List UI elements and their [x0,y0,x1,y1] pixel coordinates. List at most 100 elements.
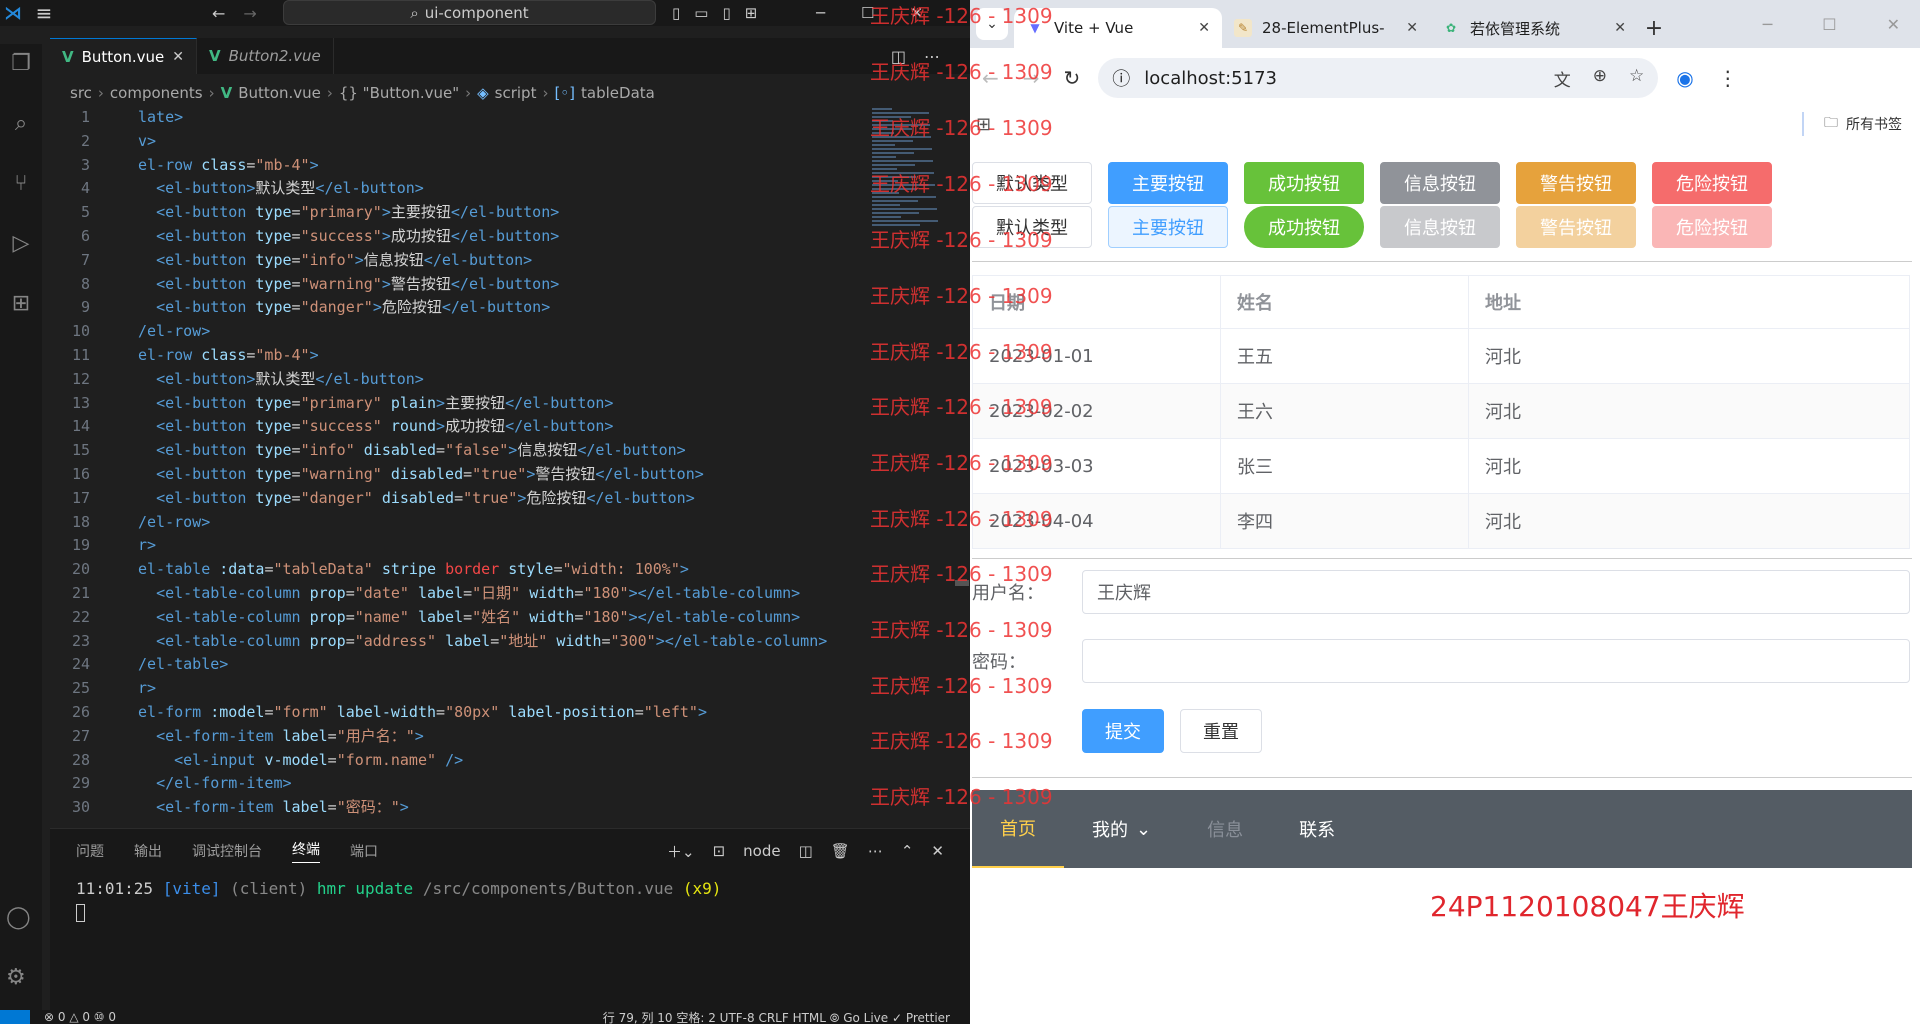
code-line[interactable]: 23 <el-table-column prop="address" label… [50,630,870,654]
zoom-icon[interactable]: ⊕ [1593,66,1607,91]
code-line[interactable]: 12 <el-button>默认类型</el-button> [50,368,870,392]
code-line[interactable]: 1 late> [50,106,870,130]
tab-output[interactable]: 输出 [134,841,162,861]
close-window-icon[interactable]: ✕ [910,4,923,22]
maximize-icon[interactable]: ☐ [1822,15,1836,34]
terminal-shell-label[interactable]: node [743,842,780,860]
close-panel-icon[interactable]: ✕ [931,842,944,860]
reset-button[interactable]: 重置 [1180,709,1262,753]
remote-indicator[interactable] [0,1010,30,1024]
minimize-icon[interactable]: ─ [816,4,825,22]
close-tab-icon[interactable]: ✕ [172,49,184,65]
split-editor-icon[interactable]: ◫ [891,47,906,66]
address-bar[interactable]: ⓘ localhost:5173 文 ⊕ ☆ [1098,58,1659,98]
code-line[interactable]: 30 <el-form-item label="密码："> [50,796,870,820]
forward-arrow-icon[interactable]: → [1023,66,1040,90]
code-line[interactable]: 7 <el-button type="info">信息按钮</el-button… [50,249,870,273]
toggle-secondary-sidebar-icon[interactable]: ▯ [722,4,730,22]
el-button[interactable]: 成功按钮 [1244,162,1364,204]
more-actions-icon[interactable]: ⋯ [924,47,940,66]
code-line[interactable]: 10/el-row> [50,320,870,344]
code-editor[interactable]: 1 late> 2 v> 3 el-row class="mb-4"> 4 <el-butt… [50,106,870,822]
kill-terminal-trash-icon[interactable]: 🗑 [831,842,850,860]
el-button[interactable]: 主要按钮 [1108,162,1228,204]
username-input[interactable]: 王庆辉 [1082,570,1910,614]
more-icon[interactable]: ⋯ [868,842,883,860]
code-line[interactable]: 5 <el-button type="primary">主要按钮</el-but… [50,201,870,225]
status-problems[interactable]: ⊗ 0 △ 0 ⑩ 0 [44,1010,116,1024]
el-button[interactable]: 默认类型 [972,162,1092,204]
terminal-cursor[interactable] [76,904,85,922]
el-button[interactable]: 默认类型 [972,206,1092,248]
code-line[interactable]: 26 el-form :model="form" label-width="80p… [50,701,870,725]
code-line[interactable]: 9 <el-button type="danger">危险按钮</el-butt… [50,296,870,320]
code-line[interactable]: 28 <el-input v-model="form.name" /> [50,749,870,773]
menu-item-mine[interactable]: 我的 ⌄ [1064,790,1179,868]
maximize-panel-chevron-icon[interactable]: ⌃ [901,842,914,860]
apps-grid-icon[interactable]: ⊞ [976,114,991,135]
manage-gear-icon[interactable]: ⚙ [6,965,26,990]
search-view-icon[interactable]: ⌕ [6,108,36,138]
new-terminal-icon[interactable]: ＋⌄ [667,841,695,862]
close-tab-icon[interactable]: ✕ [1406,20,1418,36]
code-line[interactable]: 8 <el-button type="warning">警告按钮</el-but… [50,273,870,297]
breadcrumb-item[interactable]: {} "Button.vue" [339,84,459,102]
breadcrumb-item[interactable]: Button.vue [238,84,321,102]
code-line[interactable]: 16 <el-button type="warning" disabled="t… [50,463,870,487]
bookmark-star-icon[interactable]: ☆ [1629,66,1644,91]
code-line[interactable]: 3 el-row class="mb-4"> [50,154,870,178]
command-center-search[interactable]: ⌕ ui-component [283,0,656,25]
tab-terminal[interactable]: 终端 [292,839,320,863]
tab-debug-console[interactable]: 调试控制台 [192,841,262,861]
editor-scrollbar[interactable] [955,580,969,586]
back-arrow-icon[interactable]: ← [212,4,225,23]
el-button[interactable]: 信息按钮 [1380,162,1500,204]
all-bookmarks[interactable]: 🗀 所有书签 [1802,112,1902,136]
forward-arrow-icon[interactable]: → [243,4,256,23]
code-line[interactable]: 11 el-row class="mb-4"> [50,344,870,368]
tab-button-vue[interactable]: V Button.vue ✕ [50,38,197,74]
profile-avatar-icon[interactable]: ◉ [1676,66,1693,90]
explorer-icon[interactable]: ❐ [6,48,36,78]
el-button[interactable]: 信息按钮 [1380,206,1500,248]
browser-tab-elementplus[interactable]: ✎ 28-ElementPlus- ✕ [1222,8,1430,48]
extensions-icon[interactable]: ⊞ [6,288,36,318]
browser-tab-vite[interactable]: ▼ Vite + Vue ✕ [1014,8,1222,48]
run-debug-icon[interactable]: ▷ [6,228,36,258]
code-line[interactable]: 22 <el-table-column prop="name" label="姓… [50,606,870,630]
browser-tab-ruoyi[interactable]: ✿ 若依管理系统 ✕ [1430,8,1638,48]
split-terminal-icon[interactable]: ◫ [799,842,813,860]
el-button[interactable]: 危险按钮 [1652,206,1772,248]
menu-item-contact[interactable]: 联系 [1271,790,1363,868]
accounts-icon[interactable]: ◯ [6,905,31,930]
source-control-icon[interactable]: ⑂ [6,168,36,198]
translate-icon[interactable]: 文 [1554,66,1571,91]
code-line[interactable]: 27 <el-form-item label="用户名："> [50,725,870,749]
code-line[interactable]: 17 <el-button type="danger" disabled="tr… [50,487,870,511]
reload-icon[interactable]: ↻ [1064,66,1081,90]
menu-item-home[interactable]: 首页 [972,790,1064,868]
breadcrumb-item[interactable]: components [110,84,203,102]
customize-layout-icon[interactable]: ⊞ [745,4,758,22]
el-button[interactable]: 主要按钮 [1108,206,1228,248]
toggle-sidebar-icon[interactable]: ▯ [672,4,680,22]
close-tab-icon[interactable]: ✕ [1198,20,1210,36]
tab-button2-vue[interactable]: V Button2.vue [197,38,334,74]
el-button[interactable]: 警告按钮 [1516,206,1636,248]
new-tab-plus-icon[interactable]: + [1638,8,1670,48]
breadcrumb-item[interactable]: src [70,84,92,102]
code-line[interactable]: 25 r> [50,677,870,701]
tab-ports[interactable]: 端口 [350,841,378,861]
el-button[interactable]: 警告按钮 [1516,162,1636,204]
close-tab-icon[interactable]: ✕ [1614,20,1626,36]
back-arrow-icon[interactable]: ← [982,66,999,90]
code-line[interactable]: 24/el-table> [50,653,870,677]
submit-button[interactable]: 提交 [1082,709,1164,753]
code-line[interactable]: 15 <el-button type="info" disabled="fals… [50,439,870,463]
site-info-icon[interactable]: ⓘ [1112,65,1130,91]
el-button[interactable]: 成功按钮 [1244,206,1364,248]
code-line[interactable]: 4 <el-button>默认类型</el-button> [50,177,870,201]
tab-search-chevron-icon[interactable]: ⌄ [976,8,1008,40]
code-line[interactable]: 6 <el-button type="success">成功按钮</el-but… [50,225,870,249]
code-line[interactable]: 21 <el-table-column prop="date" label="日… [50,582,870,606]
